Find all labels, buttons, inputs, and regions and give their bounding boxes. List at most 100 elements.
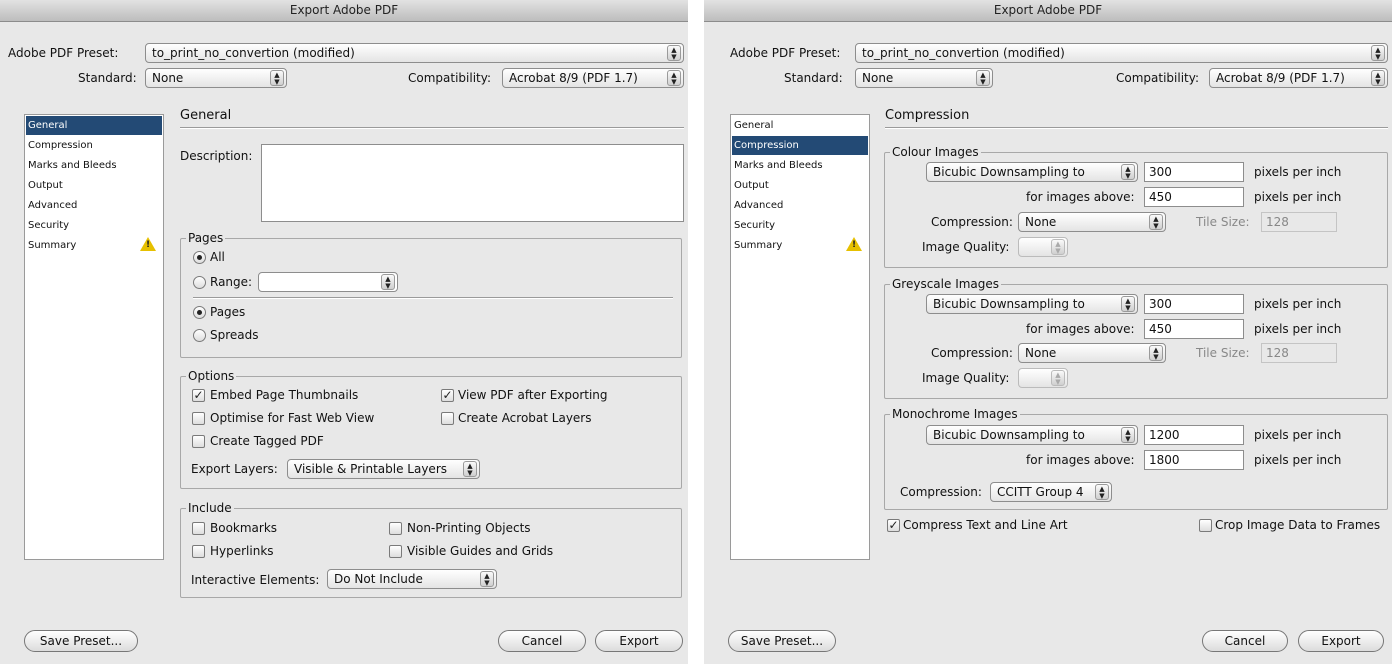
popup-arrows-icon: ▲ ▼ bbox=[1121, 427, 1135, 443]
colour-compression-label: Compression: bbox=[931, 215, 1013, 229]
sidebar-item-marks-and-bleeds[interactable]: Marks and Bleeds bbox=[732, 156, 868, 175]
popup-arrows-icon: ▲ ▼ bbox=[381, 274, 395, 290]
compatibility-value: Acrobat 8/9 (PDF 1.7) bbox=[1216, 71, 1345, 85]
warning-icon: ! bbox=[140, 237, 156, 251]
popup-arrows-icon: ▲ ▼ bbox=[1149, 214, 1163, 230]
popup-arrows-icon: ▲ ▼ bbox=[1095, 484, 1109, 500]
popup-arrows-icon: ▲ ▼ bbox=[1051, 370, 1065, 386]
compatibility-label: Compatibility: bbox=[1116, 71, 1200, 85]
grey-quality-popup[interactable]: ▲ ▼ bbox=[1018, 368, 1068, 388]
range-label: Range: bbox=[210, 275, 253, 289]
tagged-pdf-checkbox[interactable] bbox=[192, 435, 205, 448]
preset-popup[interactable]: to_print_no_convertion (modified) ▲ ▼ bbox=[145, 43, 684, 63]
sidebar: General Compression Marks and Bleeds Out… bbox=[730, 114, 870, 560]
sidebar-item-summary[interactable]: Summary ! bbox=[26, 236, 162, 255]
compatibility-popup[interactable]: Acrobat 8/9 (PDF 1.7) ▲ ▼ bbox=[1209, 68, 1388, 88]
tagged-pdf-label: Create Tagged PDF bbox=[210, 434, 324, 448]
sidebar-item-compression[interactable]: Compression bbox=[732, 136, 868, 155]
all-radio[interactable] bbox=[193, 251, 206, 264]
embed-thumbnails-checkbox[interactable]: ✓ bbox=[192, 389, 205, 402]
mono-above-field[interactable]: 1800 bbox=[1144, 450, 1244, 470]
spreads-radio[interactable] bbox=[193, 329, 206, 342]
sidebar-item-summary[interactable]: Summary ! bbox=[732, 236, 868, 255]
colour-ppi-unit: pixels per inch bbox=[1254, 165, 1342, 179]
sidebar-item-general[interactable]: General bbox=[732, 116, 868, 135]
compress-text-checkbox[interactable]: ✓ bbox=[887, 519, 900, 532]
grey-downsample-popup[interactable]: Bicubic Downsampling to ▲ ▼ bbox=[926, 294, 1138, 314]
cancel-button[interactable]: Cancel bbox=[498, 630, 586, 652]
view-pdf-checkbox[interactable]: ✓ bbox=[441, 389, 454, 402]
hyperlinks-checkbox[interactable] bbox=[192, 545, 205, 558]
save-preset-button[interactable]: Save Preset... bbox=[728, 630, 836, 652]
colour-ppi-field[interactable]: 300 bbox=[1144, 162, 1244, 182]
sidebar-item-output[interactable]: Output bbox=[26, 176, 162, 195]
standard-value: None bbox=[152, 71, 184, 85]
preset-value: to_print_no_convertion (modified) bbox=[152, 46, 355, 60]
sidebar-item-security[interactable]: Security bbox=[26, 216, 162, 235]
range-radio[interactable] bbox=[193, 276, 206, 289]
pages-radio[interactable] bbox=[193, 306, 206, 319]
crop-image-checkbox[interactable] bbox=[1199, 519, 1212, 532]
sidebar-item-general[interactable]: General bbox=[26, 116, 162, 135]
colour-downsample-popup[interactable]: Bicubic Downsampling to ▲ ▼ bbox=[926, 162, 1138, 182]
spreads-label: Spreads bbox=[210, 328, 259, 342]
export-button[interactable]: Export bbox=[595, 630, 683, 652]
sidebar-item-output[interactable]: Output bbox=[732, 176, 868, 195]
standard-popup[interactable]: None ▲ ▼ bbox=[145, 68, 287, 88]
non-printing-checkbox[interactable] bbox=[389, 522, 402, 535]
acrobat-layers-checkbox[interactable] bbox=[441, 412, 454, 425]
colour-tile-size-label: Tile Size: bbox=[1196, 215, 1250, 229]
include-legend: Include bbox=[186, 501, 234, 515]
hyperlinks-label: Hyperlinks bbox=[210, 544, 274, 558]
page-title: Compression bbox=[885, 108, 970, 123]
description-field[interactable] bbox=[261, 144, 684, 222]
colour-compression-popup[interactable]: None ▲ ▼ bbox=[1018, 212, 1166, 232]
export-button[interactable]: Export bbox=[1298, 630, 1384, 652]
interactive-elements-label: Interactive Elements: bbox=[191, 573, 320, 587]
grey-tile-size-field[interactable]: 128 bbox=[1261, 343, 1337, 363]
popup-arrows-icon: ▲ ▼ bbox=[1371, 70, 1385, 86]
standard-popup[interactable]: None ▲ ▼ bbox=[855, 68, 993, 88]
mono-downsample-value: Bicubic Downsampling to bbox=[933, 428, 1085, 442]
optimise-checkbox[interactable] bbox=[192, 412, 205, 425]
grey-above-field[interactable]: 450 bbox=[1144, 319, 1244, 339]
colour-tile-size-field[interactable]: 128 bbox=[1261, 212, 1337, 232]
guides-checkbox[interactable] bbox=[389, 545, 402, 558]
sidebar-item-label: Summary bbox=[28, 240, 77, 251]
standard-label: Standard: bbox=[78, 71, 137, 85]
window-title: Export Adobe PDF bbox=[704, 0, 1392, 22]
compress-text-label: Compress Text and Line Art bbox=[903, 518, 1068, 532]
bookmarks-checkbox[interactable] bbox=[192, 522, 205, 535]
cancel-button[interactable]: Cancel bbox=[1202, 630, 1288, 652]
guides-label: Visible Guides and Grids bbox=[407, 544, 554, 558]
colour-above-field[interactable]: 450 bbox=[1144, 187, 1244, 207]
optimise-label: Optimise for Fast Web View bbox=[210, 411, 375, 425]
sidebar-item-marks-and-bleeds[interactable]: Marks and Bleeds bbox=[26, 156, 162, 175]
popup-arrows-icon: ▲ ▼ bbox=[1121, 164, 1135, 180]
colour-quality-popup[interactable]: ▲ ▼ bbox=[1018, 237, 1068, 257]
sidebar-item-advanced[interactable]: Advanced bbox=[732, 196, 868, 215]
export-layers-popup[interactable]: Visible & Printable Layers ▲ ▼ bbox=[287, 459, 480, 479]
mono-above-unit: pixels per inch bbox=[1254, 453, 1342, 467]
range-combo[interactable]: ▲ ▼ bbox=[258, 272, 398, 292]
sidebar-item-security[interactable]: Security bbox=[732, 216, 868, 235]
grey-ppi-field[interactable]: 300 bbox=[1144, 294, 1244, 314]
crop-image-label: Crop Image Data to Frames bbox=[1215, 518, 1381, 532]
compatibility-popup[interactable]: Acrobat 8/9 (PDF 1.7) ▲ ▼ bbox=[502, 68, 684, 88]
grey-compression-popup[interactable]: None ▲ ▼ bbox=[1018, 343, 1166, 363]
window-title: Export Adobe PDF bbox=[0, 0, 688, 22]
export-layers-label: Export Layers: bbox=[191, 462, 278, 476]
colour-above-unit: pixels per inch bbox=[1254, 190, 1342, 204]
grey-tile-size-label: Tile Size: bbox=[1196, 346, 1250, 360]
sidebar-item-compression[interactable]: Compression bbox=[26, 136, 162, 155]
bookmarks-label: Bookmarks bbox=[210, 521, 278, 535]
sidebar-item-advanced[interactable]: Advanced bbox=[26, 196, 162, 215]
grey-ppi-unit: pixels per inch bbox=[1254, 297, 1342, 311]
mono-downsample-popup[interactable]: Bicubic Downsampling to ▲ ▼ bbox=[926, 425, 1138, 445]
save-preset-button[interactable]: Save Preset... bbox=[24, 630, 138, 652]
preset-popup[interactable]: to_print_no_convertion (modified) ▲ ▼ bbox=[855, 43, 1388, 63]
interactive-elements-popup[interactable]: Do Not Include ▲ ▼ bbox=[327, 569, 497, 589]
mono-ppi-field[interactable]: 1200 bbox=[1144, 425, 1244, 445]
colour-compression-value: None bbox=[1025, 215, 1057, 229]
mono-compression-popup[interactable]: CCITT Group 4 ▲ ▼ bbox=[990, 482, 1112, 502]
